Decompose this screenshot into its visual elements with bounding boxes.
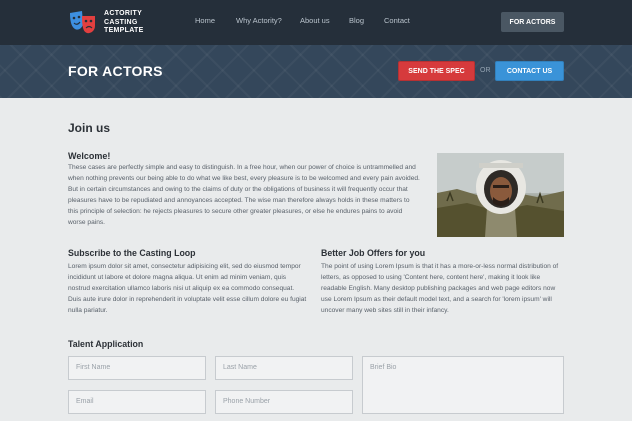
talent-application-heading: Talent Application [68, 339, 144, 349]
nav-blog[interactable]: Blog [349, 16, 364, 25]
page-banner: FOR ACTORS SEND THE SPEC OR CONTACT US [0, 45, 632, 98]
brief-bio-field[interactable]: Brief Bio [362, 356, 564, 414]
contact-us-button[interactable]: CONTACT US [495, 61, 564, 81]
better-job-offers-heading: Better Job Offers for you [321, 248, 426, 258]
logo[interactable]: ACTORITY CASTING TEMPLATE [68, 8, 158, 38]
theater-masks-icon [70, 11, 95, 34]
first-name-field[interactable]: First Name [68, 356, 206, 380]
send-the-spec-button[interactable]: SEND THE SPEC [398, 61, 475, 81]
casting-loop-paragraph: Lorem ipsum dolor sit amet, consectetur … [68, 263, 307, 314]
logo-line-1: ACTORITY [104, 10, 143, 17]
top-navigation-bar: ACTORITY CASTING TEMPLATE Home Why Actor… [0, 0, 632, 45]
nav-why-actority[interactable]: Why Actority? [236, 16, 282, 25]
join-us-heading: Join us [68, 121, 111, 135]
welcome-heading: Welcome! [68, 151, 111, 161]
nav-home[interactable]: Home [195, 16, 215, 25]
welcome-paragraph: These cases are perfectly simple and eas… [68, 164, 420, 226]
page-title: FOR ACTORS [68, 63, 163, 79]
email-field[interactable]: Email [68, 390, 206, 414]
logo-line-2: CASTING [104, 18, 138, 26]
last-name-field[interactable]: Last Name [215, 356, 353, 380]
casting-loop-heading: Subscribe to the Casting Loop [68, 248, 196, 258]
nav-about-us[interactable]: About us [300, 16, 330, 25]
logo-line-3: TEMPLATE [104, 27, 144, 34]
logo-text: ACTORITY CASTING TEMPLATE [104, 10, 144, 36]
for-actors-button[interactable]: FOR ACTORS [501, 12, 564, 32]
astronaut-image [437, 153, 564, 237]
or-separator: OR [480, 67, 491, 74]
phone-number-field[interactable]: Phone Number [215, 390, 353, 414]
astronaut-photo [437, 153, 564, 237]
nav-contact[interactable]: Contact [384, 16, 410, 25]
better-job-offers-paragraph: The point of using Lorem Ipsum is that i… [321, 263, 559, 314]
